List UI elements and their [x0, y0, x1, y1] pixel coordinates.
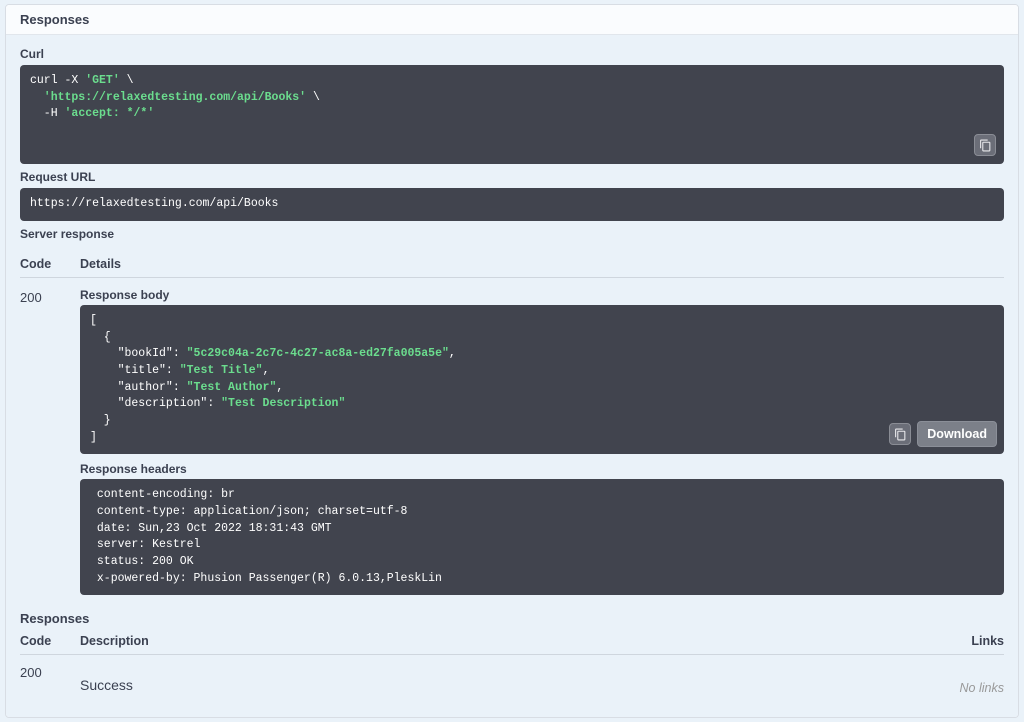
response-body-actions: Download [889, 421, 997, 447]
response-headers-block: content-encoding: br content-type: appli… [80, 479, 1004, 595]
description-column-header: Description [80, 634, 924, 648]
download-button[interactable]: Download [917, 421, 997, 447]
responses-list-links: No links [924, 663, 1004, 695]
server-response-label: Server response [20, 227, 1004, 241]
responses-list-header: Code Description Links [20, 626, 1004, 655]
response-code: 200 [20, 288, 80, 305]
response-body-label: Response body [80, 288, 1004, 302]
responses-list-row: 200 Success No links [20, 655, 1004, 703]
panel-title: Responses [6, 5, 1018, 35]
panel-content: Curl curl -X 'GET' \ 'https://relaxedtes… [6, 35, 1018, 717]
copy-curl-button[interactable] [974, 134, 996, 156]
copy-response-button[interactable] [889, 423, 911, 445]
response-headers-text: content-encoding: br content-type: appli… [90, 488, 442, 584]
request-url-block: https://relaxedtesting.com/api/Books [20, 188, 1004, 221]
links-column-header: Links [924, 634, 1004, 648]
curl-url: 'https://relaxedtesting.com/api/Books' [30, 91, 306, 104]
details-column-header: Details [80, 257, 1004, 271]
curl-method: 'GET' [85, 74, 120, 87]
clipboard-icon [894, 428, 907, 441]
curl-block: curl -X 'GET' \ 'https://relaxedtesting.… [20, 65, 1004, 164]
clipboard-icon [979, 139, 992, 152]
server-response-header-row: Code Details [20, 249, 1004, 278]
curl-header: 'accept: */*' [65, 107, 155, 120]
code-column-header: Code [20, 257, 80, 271]
request-url-value: https://relaxedtesting.com/api/Books [30, 197, 278, 210]
responses-list-code: 200 [20, 663, 80, 680]
code-column-header: Code [20, 634, 80, 648]
response-details: Response body [ { "bookId": "5c29c04a-2c… [80, 288, 1004, 595]
responses-panel: Responses Curl curl -X 'GET' \ 'https://… [5, 4, 1019, 718]
server-response-row: 200 Response body [ { "bookId": "5c29c04… [20, 278, 1004, 595]
responses-list-desc: Success [80, 663, 924, 693]
response-headers-label: Response headers [80, 462, 1004, 476]
responses-list-label: Responses [20, 611, 1004, 626]
request-url-label: Request URL [20, 170, 1004, 184]
curl-label: Curl [20, 47, 1004, 61]
response-body-wrap: [ { "bookId": "5c29c04a-2c7c-4c27-ac8a-e… [80, 305, 1004, 454]
curl-text: curl -X [30, 74, 85, 87]
response-body-block: [ { "bookId": "5c29c04a-2c7c-4c27-ac8a-e… [80, 305, 1004, 454]
